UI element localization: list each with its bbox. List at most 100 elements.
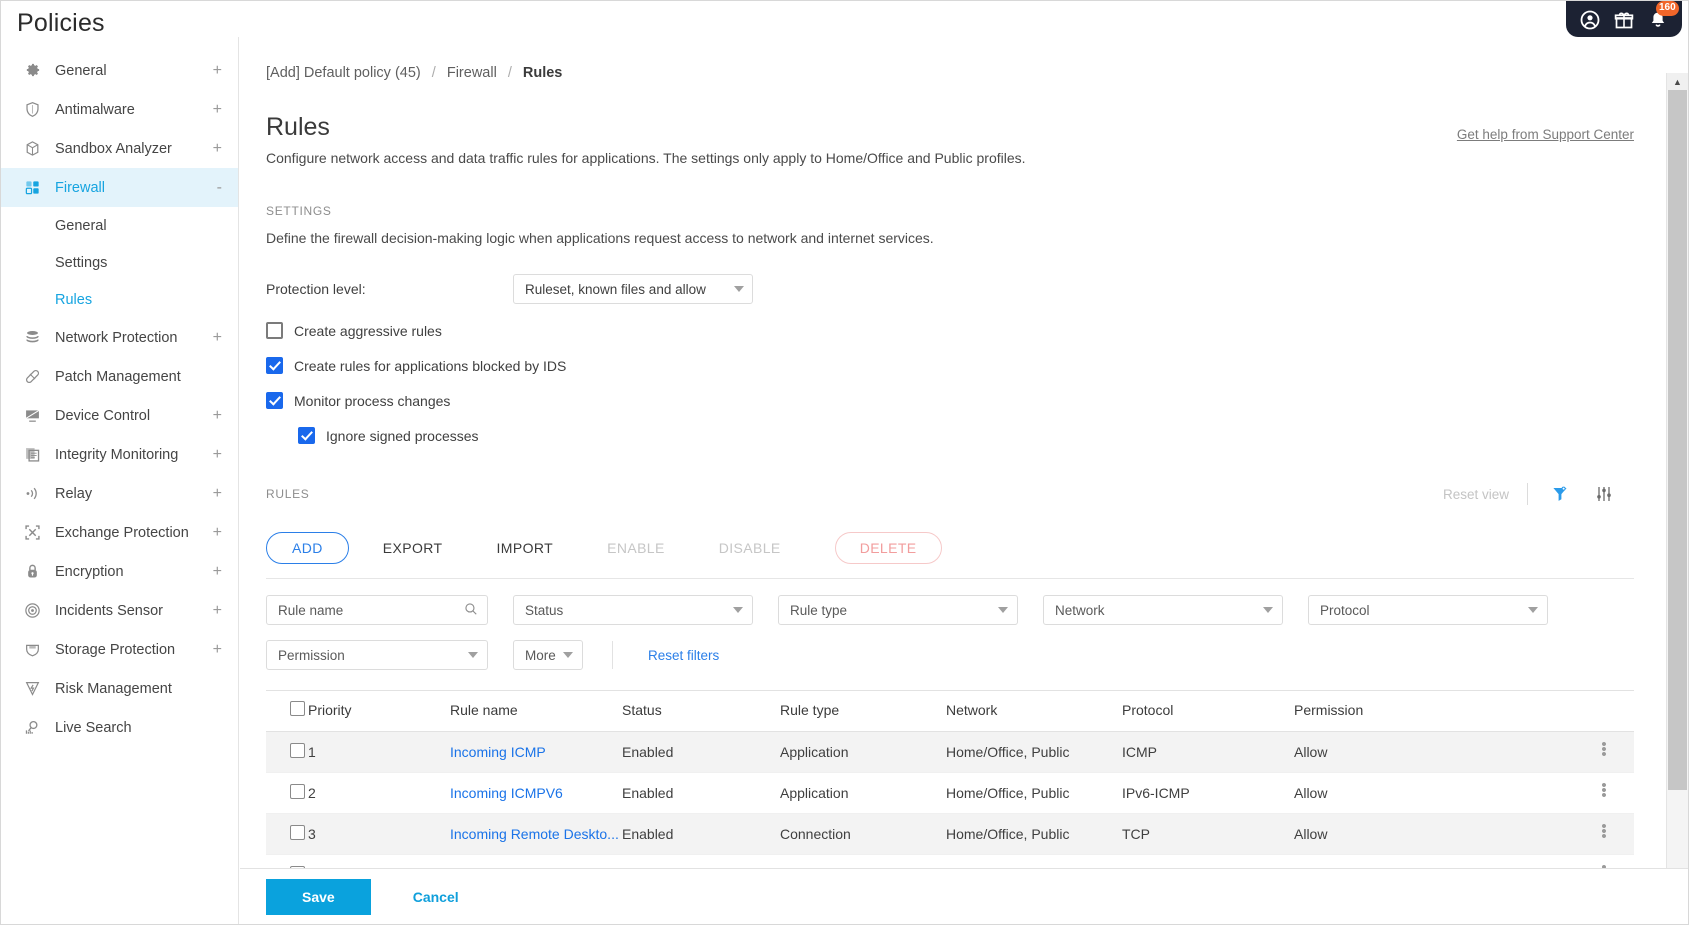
expander-icon[interactable]: +	[212, 641, 222, 657]
table-row[interactable]: 3 Incoming Remote Deskto... Enabled Conn…	[266, 813, 1634, 855]
sidebar-item-patch-management[interactable]: Patch Management	[1, 357, 238, 396]
sidebar-item-label: Incidents Sensor	[55, 602, 164, 619]
table-row[interactable]: 1 Incoming ICMP Enabled Application Home…	[266, 731, 1634, 773]
expander-icon[interactable]: +	[212, 524, 222, 540]
scroll-up-arrow[interactable]: ▲	[1667, 73, 1688, 90]
gift-icon[interactable]	[1614, 10, 1634, 30]
expander-icon[interactable]: +	[212, 602, 222, 618]
expander-icon[interactable]: +	[212, 62, 222, 78]
network-filter-select[interactable]: Network	[1043, 595, 1283, 625]
checkbox-row-create-rules-ids[interactable]: Create rules for applications blocked by…	[266, 357, 1634, 374]
live-search-icon	[21, 718, 43, 738]
user-circle-icon[interactable]	[1580, 10, 1600, 30]
expander-icon[interactable]: +	[212, 407, 222, 423]
vertical-scrollbar[interactable]: ▲	[1666, 73, 1688, 868]
kebab-menu-icon[interactable]: •••	[1601, 819, 1606, 844]
column-header-status[interactable]: Status	[622, 690, 780, 732]
rule-name-search-input[interactable]: Rule name	[266, 595, 488, 625]
sidebar-item-integrity-monitoring[interactable]: Integrity Monitoring +	[1, 435, 238, 474]
cell-priority: 1	[308, 731, 450, 773]
column-header-rule-name[interactable]: Rule name	[450, 690, 622, 732]
scrollbar-thumb[interactable]	[1668, 90, 1687, 790]
sidebar-item-incidents-sensor[interactable]: Incidents Sensor +	[1, 591, 238, 630]
expander-icon[interactable]: +	[212, 446, 222, 462]
sidebar-item-risk-management[interactable]: Risk Management	[1, 669, 238, 708]
sidebar-subitem-rules[interactable]: Rules	[1, 281, 238, 318]
sidebar-item-antimalware[interactable]: Antimalware +	[1, 90, 238, 129]
column-header-permission[interactable]: Permission	[1294, 690, 1574, 732]
sidebar-item-relay[interactable]: Relay +	[1, 474, 238, 513]
rule-name-link[interactable]: Incoming ICMP	[450, 744, 546, 760]
column-header-network[interactable]: Network	[946, 690, 1122, 732]
sidebar-subitem-settings[interactable]: Settings	[1, 244, 238, 281]
protocol-filter-select[interactable]: Protocol	[1308, 595, 1548, 625]
sidebar-item-network-protection[interactable]: Network Protection +	[1, 318, 238, 357]
expander-icon[interactable]: +	[212, 485, 222, 501]
permission-filter-value: Permission	[278, 647, 345, 663]
status-filter-select[interactable]: Status	[513, 595, 753, 625]
funnel-icon[interactable]	[1546, 482, 1574, 506]
column-header-priority[interactable]: Priority	[308, 690, 450, 732]
more-filters-button[interactable]: More	[513, 640, 583, 670]
search-icon[interactable]	[464, 602, 478, 619]
export-button[interactable]: EXPORT	[383, 533, 443, 563]
reset-view-button[interactable]: Reset view	[1443, 487, 1509, 502]
expander-icon[interactable]: +	[212, 101, 222, 117]
protection-level-select[interactable]: Ruleset, known files and allow	[513, 274, 753, 304]
rule-name-link[interactable]: Incoming Remote Deskto...	[450, 826, 619, 842]
row-checkbox[interactable]	[290, 825, 305, 840]
save-button[interactable]: Save	[266, 878, 371, 915]
breadcrumb-policy[interactable]: [Add] Default policy (45)	[266, 65, 421, 81]
support-center-link[interactable]: Get help from Support Center	[1457, 127, 1634, 146]
sidebar-item-firewall[interactable]: Firewall -	[1, 168, 238, 207]
column-header-protocol[interactable]: Protocol	[1122, 690, 1294, 732]
shield-icon	[21, 100, 43, 120]
table-row[interactable]: 2 Incoming ICMPV6 Enabled Application Ho…	[266, 772, 1634, 814]
sidebar-item-encryption[interactable]: Encryption +	[1, 552, 238, 591]
sidebar-item-sandbox-analyzer[interactable]: Sandbox Analyzer +	[1, 129, 238, 168]
documents-icon	[21, 445, 43, 465]
rule-name-link[interactable]: Incoming ICMPV6	[450, 785, 563, 801]
sidebar-item-device-control[interactable]: Device Control +	[1, 396, 238, 435]
create-aggressive-rules-checkbox[interactable]	[266, 322, 283, 339]
import-button[interactable]: IMPORT	[496, 533, 553, 563]
monitor-process-changes-checkbox[interactable]	[266, 392, 283, 409]
chevron-down-icon	[563, 652, 573, 658]
expander-icon[interactable]: +	[212, 140, 222, 156]
sidebar-item-storage-protection[interactable]: Storage Protection +	[1, 630, 238, 669]
rule-type-filter-select[interactable]: Rule type	[778, 595, 1018, 625]
create-rules-ids-checkbox[interactable]	[266, 357, 283, 374]
expander-icon[interactable]: +	[212, 563, 222, 579]
sidebar-item-general[interactable]: General +	[1, 51, 238, 90]
collapse-icon[interactable]: -	[212, 179, 222, 195]
checkbox-row-monitor-process-changes[interactable]: Monitor process changes	[266, 392, 1634, 409]
expander-icon[interactable]: +	[212, 329, 222, 345]
checkbox-row-ignore-signed-processes[interactable]: Ignore signed processes	[298, 427, 1634, 444]
sidebar-item-label: Encryption	[55, 563, 124, 580]
sidebar-item-live-search[interactable]: Live Search	[1, 708, 238, 747]
bell-icon[interactable]: 160	[1648, 1, 1679, 30]
add-button[interactable]: ADD	[266, 532, 349, 564]
sliders-icon[interactable]	[1590, 482, 1618, 506]
sidebar-item-exchange-protection[interactable]: Exchange Protection +	[1, 513, 238, 552]
sidebar-item-label: Exchange Protection	[55, 524, 189, 541]
breadcrumb-module[interactable]: Firewall	[447, 65, 497, 81]
kebab-menu-icon[interactable]: •••	[1601, 737, 1606, 762]
reset-filters-link[interactable]: Reset filters	[648, 648, 719, 663]
kebab-menu-icon[interactable]: •••	[1601, 778, 1606, 803]
sidebar-subitem-general[interactable]: General	[1, 207, 238, 244]
sidebar-item-label: Sandbox Analyzer	[55, 140, 172, 157]
column-header-rule-type[interactable]: Rule type	[780, 690, 946, 732]
checkbox-row-create-aggressive-rules[interactable]: Create aggressive rules	[266, 322, 1634, 339]
select-all-checkbox[interactable]	[290, 701, 305, 716]
cell-protocol: IPv6-ICMP	[1122, 772, 1294, 814]
content-scroll-region: [Add] Default policy (45) / Firewall / R…	[240, 37, 1666, 896]
row-checkbox[interactable]	[290, 784, 305, 799]
sidebar-subitem-label: General	[55, 217, 107, 234]
row-checkbox[interactable]	[290, 743, 305, 758]
ignore-signed-processes-checkbox[interactable]	[298, 427, 315, 444]
sidebar-item-label: Network Protection	[55, 329, 178, 346]
row-actions-cell: •••	[1574, 731, 1634, 773]
cancel-button[interactable]: Cancel	[407, 888, 465, 906]
permission-filter-select[interactable]: Permission	[266, 640, 488, 670]
